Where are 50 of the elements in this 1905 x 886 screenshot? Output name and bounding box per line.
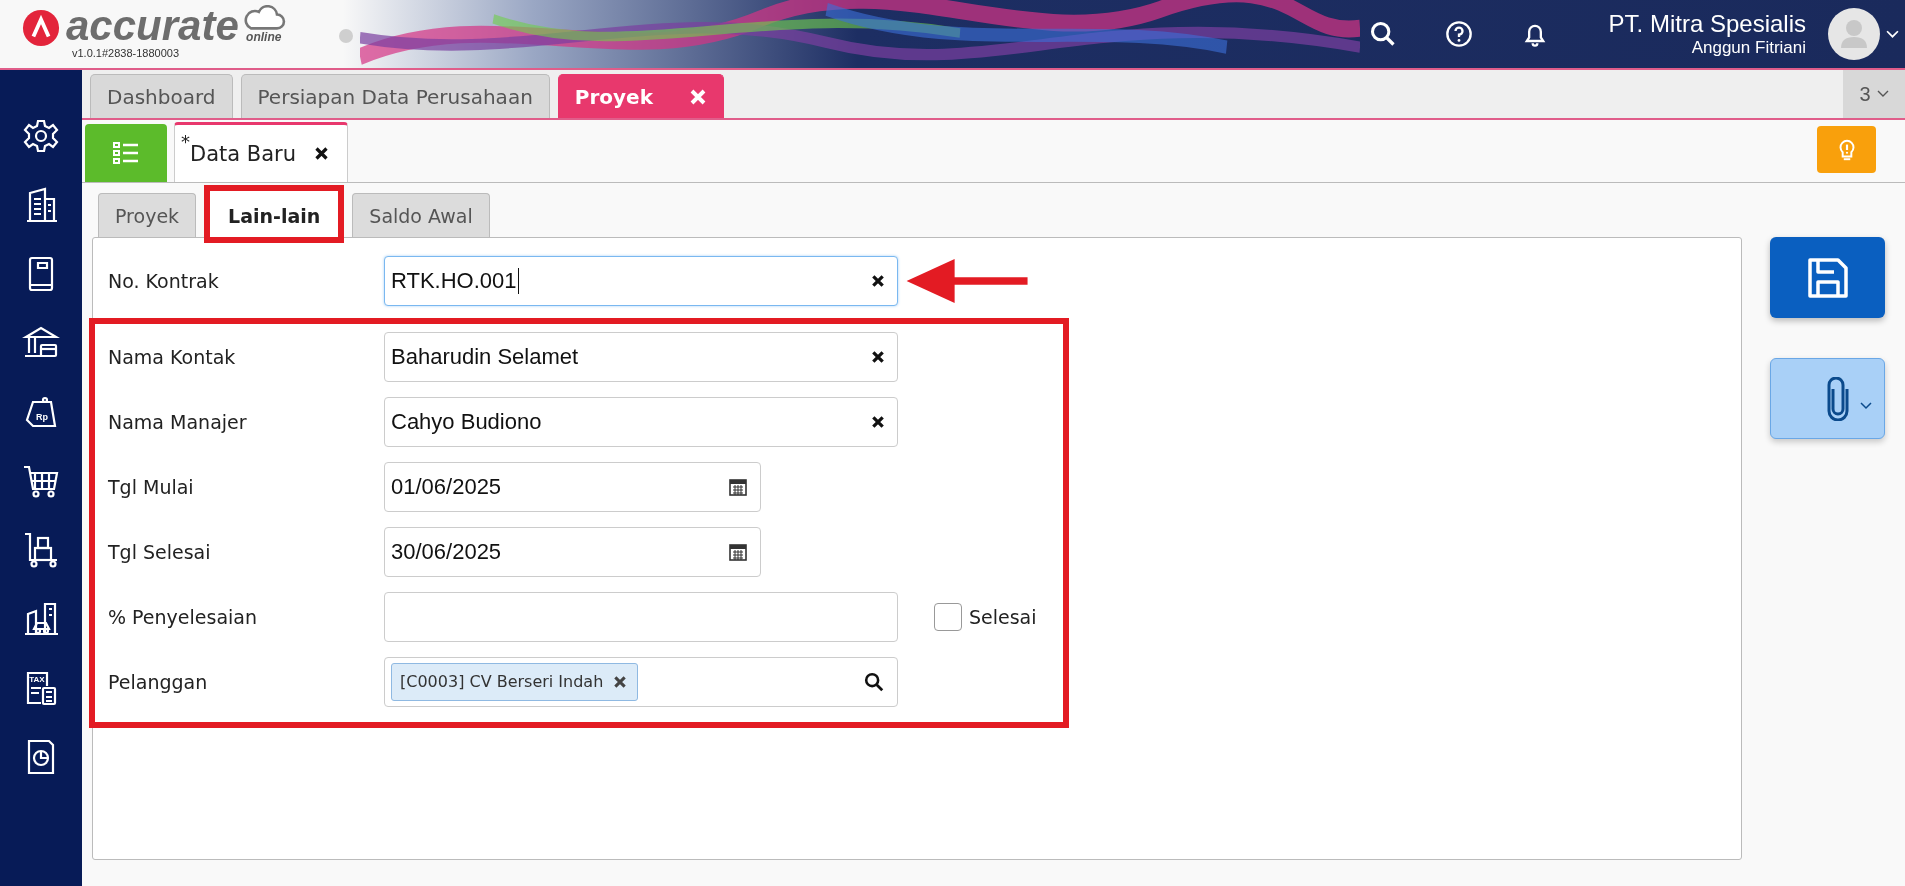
logo-icon [22, 9, 60, 47]
search-icon[interactable] [863, 670, 885, 693]
tab[interactable]: Saldo Awal [352, 193, 490, 237]
input-field[interactable]: Baharudin Selamet [384, 331, 898, 382]
tab[interactable]: Dashboard [90, 74, 233, 118]
input-field[interactable] [384, 591, 898, 642]
close-icon[interactable] [314, 146, 330, 161]
calendar-icon[interactable] [728, 541, 748, 562]
field-label: Nama Kontak [108, 345, 237, 368]
list-icon [113, 142, 139, 164]
tag-input-field[interactable]: [C0003] CV Berseri Indah [384, 656, 898, 707]
input-field[interactable]: RTK.HO.001 [384, 255, 898, 306]
chevron-down-icon[interactable] [1886, 29, 1899, 39]
help-icon[interactable] [1444, 20, 1473, 48]
chevron-down-icon [1860, 401, 1872, 410]
avatar-icon[interactable] [1828, 8, 1880, 60]
date-field[interactable]: 01/06/2025 [384, 461, 761, 512]
input-field[interactable]: Cahyo Budiono [384, 396, 898, 447]
field-label: % Penyelesaian [108, 605, 258, 628]
field-label: Tgl Mulai [108, 475, 195, 498]
paperclip-icon [1826, 376, 1850, 421]
user-name: Anggun Fitriani [1691, 38, 1806, 58]
clear-icon[interactable] [871, 349, 885, 364]
checkbox[interactable] [934, 602, 962, 631]
search-icon[interactable] [1368, 20, 1397, 48]
tab[interactable]: Proyek [557, 74, 724, 118]
remove-icon[interactable] [613, 674, 628, 689]
tab[interactable]: Lain-lain [204, 185, 345, 243]
tab[interactable]: Proyek [98, 193, 197, 237]
checkbox-label: Selesai [969, 605, 1037, 628]
tab-count-dropdown[interactable]: 3 [1843, 70, 1905, 118]
status-dot [338, 29, 353, 43]
logo-subtitle: online [246, 31, 282, 43]
chevron-down-icon [1876, 90, 1889, 98]
logo-text: accurate [66, 7, 239, 45]
field-label: Pelanggan [108, 670, 209, 693]
attachment-button[interactable] [1770, 358, 1885, 439]
date-field[interactable]: 30/06/2025 [384, 526, 761, 577]
document-tab[interactable]: *Data Baru [174, 122, 349, 182]
company-name: PT. Mitra Spesialis [1608, 10, 1806, 38]
tab[interactable]: Persiapan Data Perusahaan [240, 74, 550, 118]
version-text: v1.0.1#2838-1880003 [72, 47, 181, 59]
field-label: No. Kontrak [108, 269, 220, 292]
clear-icon[interactable] [871, 414, 885, 429]
calendar-icon[interactable] [728, 476, 748, 497]
clear-icon[interactable] [871, 273, 885, 288]
customer-tag[interactable]: [C0003] CV Berseri Indah [391, 662, 639, 701]
field-label: Nama Manajer [108, 410, 248, 433]
field-label: Tgl Selesai [108, 540, 212, 563]
save-button[interactable] [1770, 237, 1885, 318]
